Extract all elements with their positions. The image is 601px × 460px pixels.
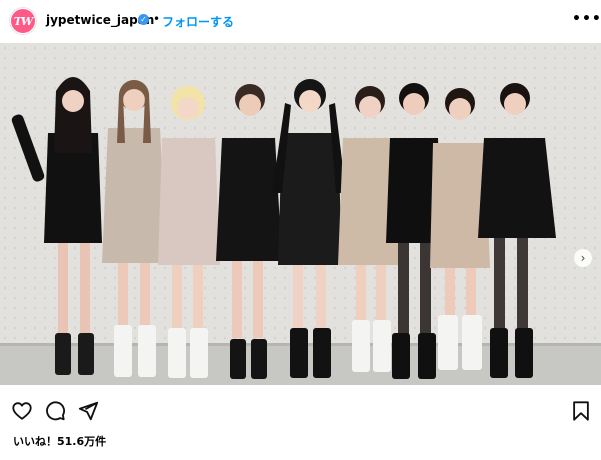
post-actions (0, 392, 601, 426)
follow-button[interactable]: フォローする (162, 13, 234, 30)
next-slide-button[interactable]: › (574, 249, 592, 267)
avatar[interactable]: TW (9, 7, 37, 35)
bookmark-icon[interactable] (570, 400, 592, 422)
share-icon[interactable] (77, 400, 99, 422)
verified-badge-icon: ✓ (138, 14, 149, 25)
avatar-logo-text: TW (13, 14, 34, 28)
post-header: TW jypetwice_japan ✓ • フォローする ••• (0, 0, 601, 42)
group-photo-illustration (0, 43, 601, 385)
more-options-icon[interactable]: ••• (572, 11, 601, 27)
post-photo[interactable]: › (0, 43, 601, 385)
twice-logo-icon: TW (11, 9, 35, 33)
like-count[interactable]: いいね！51.6万件 (13, 433, 106, 449)
comment-icon[interactable] (44, 400, 66, 422)
separator: • (153, 12, 161, 26)
heart-icon[interactable] (11, 400, 33, 422)
